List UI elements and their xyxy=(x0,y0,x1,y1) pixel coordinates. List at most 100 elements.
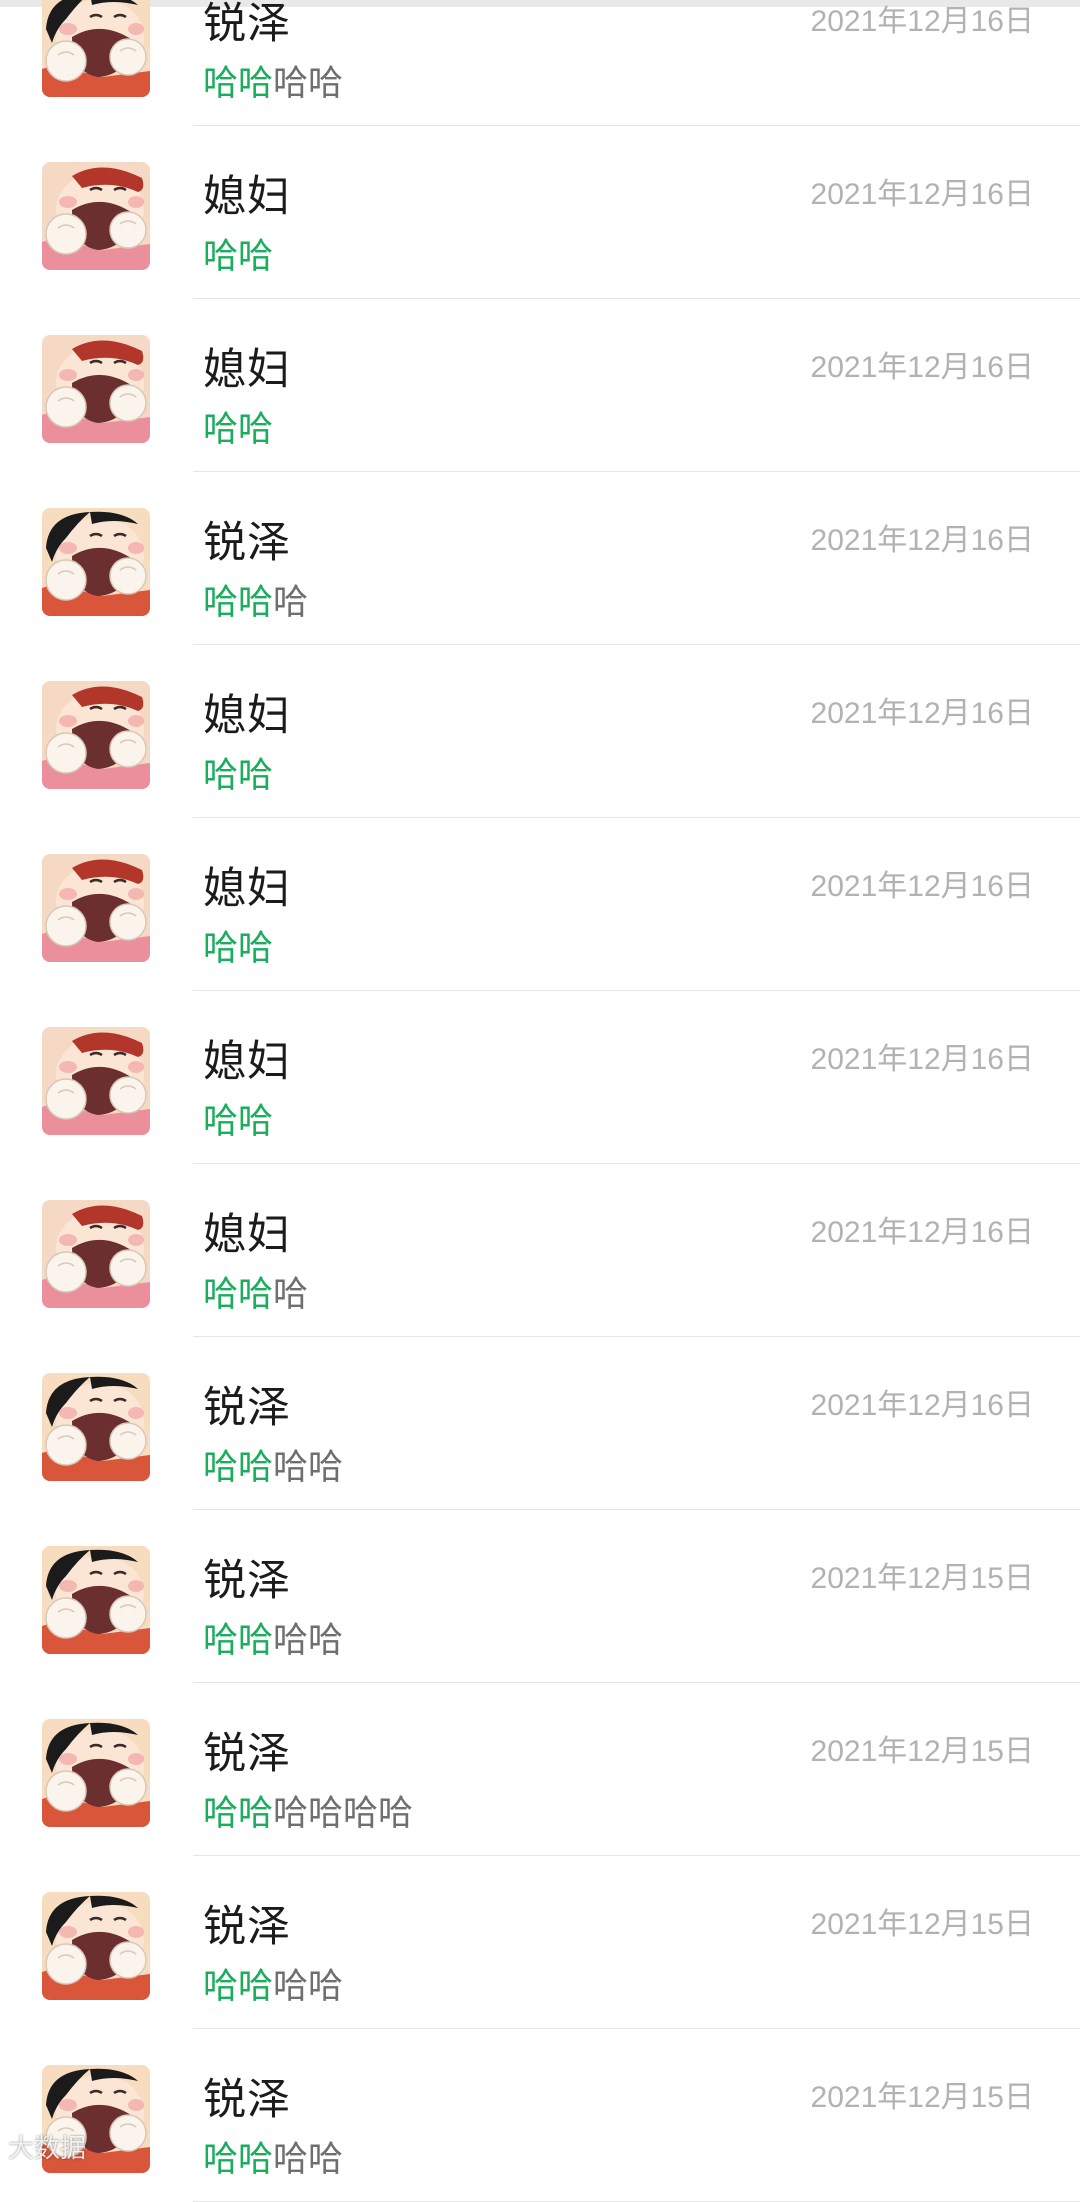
girl-cartoon-icon xyxy=(42,1027,150,1135)
message-rest: 哈哈 xyxy=(273,1448,344,1488)
watermark-text: 大数据 xyxy=(8,2134,87,2164)
message-rest: 哈哈 xyxy=(273,1621,344,1661)
message-preview: 哈哈 xyxy=(203,240,273,275)
boy-cartoon-icon xyxy=(42,1373,150,1481)
message-preview: 哈哈哈哈 xyxy=(203,1970,343,2005)
message-preview: 哈哈哈哈 xyxy=(203,1451,343,1486)
boy-avatar xyxy=(42,1373,150,1481)
watermark-logo: 大数据 xyxy=(8,2128,86,2165)
message-date: 2021年12月15日 xyxy=(810,2081,1034,2114)
boy-avatar xyxy=(42,1892,150,2000)
boy-avatar xyxy=(42,1546,150,1654)
boy-cartoon-icon xyxy=(42,1546,150,1654)
message-highlight: 哈哈 xyxy=(203,929,274,969)
message-preview: 哈哈 xyxy=(203,932,273,967)
contact-name: 锐泽 xyxy=(203,1383,291,1433)
message-highlight: 哈哈 xyxy=(203,64,274,104)
chat-search-results-list: 锐泽 哈哈哈哈 2021年12月16日 媳妇 哈哈 2021年12月16日 媳妇… xyxy=(0,0,1080,2202)
girl-avatar xyxy=(42,335,150,443)
girl-avatar xyxy=(42,162,150,270)
message-highlight: 哈哈 xyxy=(203,1102,274,1142)
boy-cartoon-icon xyxy=(42,0,150,97)
message-rest: 哈 xyxy=(273,583,309,623)
message-rest: 哈哈 xyxy=(273,2140,344,2180)
message-date: 2021年12月16日 xyxy=(810,351,1034,384)
message-highlight: 哈哈 xyxy=(203,1275,274,1315)
message-highlight: 哈哈 xyxy=(203,583,274,623)
girl-avatar xyxy=(42,854,150,962)
contact-name: 媳妇 xyxy=(203,864,291,914)
message-rest: 哈哈 xyxy=(273,64,344,104)
chat-row[interactable]: 媳妇 哈哈 2021年12月16日 xyxy=(0,645,1080,818)
boy-avatar xyxy=(42,0,150,97)
contact-name: 媳妇 xyxy=(203,1210,291,1260)
contact-name: 锐泽 xyxy=(203,0,291,49)
message-preview: 哈哈哈哈 xyxy=(203,67,343,102)
girl-avatar xyxy=(42,681,150,789)
message-preview: 哈哈 xyxy=(203,1105,273,1140)
message-highlight: 哈哈 xyxy=(203,1794,274,1834)
message-rest: 哈哈哈哈 xyxy=(273,1794,414,1834)
message-preview: 哈哈哈哈 xyxy=(203,1624,343,1659)
message-date: 2021年12月16日 xyxy=(810,1389,1034,1422)
boy-cartoon-icon xyxy=(42,508,150,616)
message-highlight: 哈哈 xyxy=(203,2140,274,2180)
chat-row[interactable]: 锐泽 哈哈哈 2021年12月16日 xyxy=(0,472,1080,645)
message-preview: 哈哈哈哈 xyxy=(203,2143,343,2178)
chat-row[interactable]: 锐泽 哈哈哈哈 2021年12月15日 xyxy=(0,1510,1080,1683)
boy-avatar xyxy=(42,508,150,616)
message-highlight: 哈哈 xyxy=(203,237,274,277)
boy-cartoon-icon xyxy=(42,1719,150,1827)
contact-name: 锐泽 xyxy=(203,1729,291,1779)
message-date: 2021年12月16日 xyxy=(810,5,1034,38)
message-preview: 哈哈 xyxy=(203,759,273,794)
girl-cartoon-icon xyxy=(42,335,150,443)
contact-name: 媳妇 xyxy=(203,345,291,395)
chat-row[interactable]: 锐泽 哈哈哈哈 2021年12月16日 xyxy=(0,0,1080,126)
girl-avatar xyxy=(42,1200,150,1308)
message-highlight: 哈哈 xyxy=(203,1967,274,2007)
contact-name: 锐泽 xyxy=(203,2075,291,2125)
contact-name: 媳妇 xyxy=(203,1037,291,1087)
girl-avatar xyxy=(42,1027,150,1135)
girl-cartoon-icon xyxy=(42,162,150,270)
message-preview: 哈哈 xyxy=(203,413,273,448)
message-preview: 哈哈哈哈哈哈 xyxy=(203,1797,413,1832)
message-preview: 哈哈哈 xyxy=(203,586,308,621)
message-highlight: 哈哈 xyxy=(203,1448,274,1488)
message-highlight: 哈哈 xyxy=(203,756,274,796)
chat-row[interactable]: 锐泽 哈哈哈哈 2021年12月16日 xyxy=(0,1337,1080,1510)
boy-avatar xyxy=(42,1719,150,1827)
message-date: 2021年12月15日 xyxy=(810,1908,1034,1941)
chat-row[interactable]: 锐泽 哈哈哈哈 2021年12月15日 xyxy=(0,1856,1080,2029)
chat-row[interactable]: 媳妇 哈哈哈 2021年12月16日 xyxy=(0,1164,1080,1337)
girl-cartoon-icon xyxy=(42,1200,150,1308)
girl-cartoon-icon xyxy=(42,854,150,962)
contact-name: 锐泽 xyxy=(203,518,291,568)
contact-name: 媳妇 xyxy=(203,691,291,741)
chat-row[interactable]: 锐泽 哈哈哈哈哈哈 2021年12月15日 xyxy=(0,1683,1080,1856)
message-date: 2021年12月16日 xyxy=(810,697,1034,730)
message-date: 2021年12月15日 xyxy=(810,1562,1034,1595)
chat-row[interactable]: 媳妇 哈哈 2021年12月16日 xyxy=(0,126,1080,299)
message-date: 2021年12月16日 xyxy=(810,178,1034,211)
message-highlight: 哈哈 xyxy=(203,410,274,450)
message-rest: 哈哈 xyxy=(273,1967,344,2007)
chat-row[interactable]: 媳妇 哈哈 2021年12月16日 xyxy=(0,299,1080,472)
message-date: 2021年12月16日 xyxy=(810,524,1034,557)
message-date: 2021年12月16日 xyxy=(810,870,1034,903)
girl-cartoon-icon xyxy=(42,681,150,789)
chat-row[interactable]: 锐泽 哈哈哈哈 2021年12月15日 xyxy=(0,2029,1080,2202)
message-preview: 哈哈哈 xyxy=(203,1278,308,1313)
message-date: 2021年12月16日 xyxy=(810,1216,1034,1249)
chat-row[interactable]: 媳妇 哈哈 2021年12月16日 xyxy=(0,991,1080,1164)
contact-name: 锐泽 xyxy=(203,1556,291,1606)
boy-cartoon-icon xyxy=(42,1892,150,2000)
contact-name: 媳妇 xyxy=(203,172,291,222)
message-date: 2021年12月16日 xyxy=(810,1043,1034,1076)
message-highlight: 哈哈 xyxy=(203,1621,274,1661)
message-date: 2021年12月15日 xyxy=(810,1735,1034,1768)
chat-row[interactable]: 媳妇 哈哈 2021年12月16日 xyxy=(0,818,1080,991)
message-rest: 哈 xyxy=(273,1275,309,1315)
contact-name: 锐泽 xyxy=(203,1902,291,1952)
